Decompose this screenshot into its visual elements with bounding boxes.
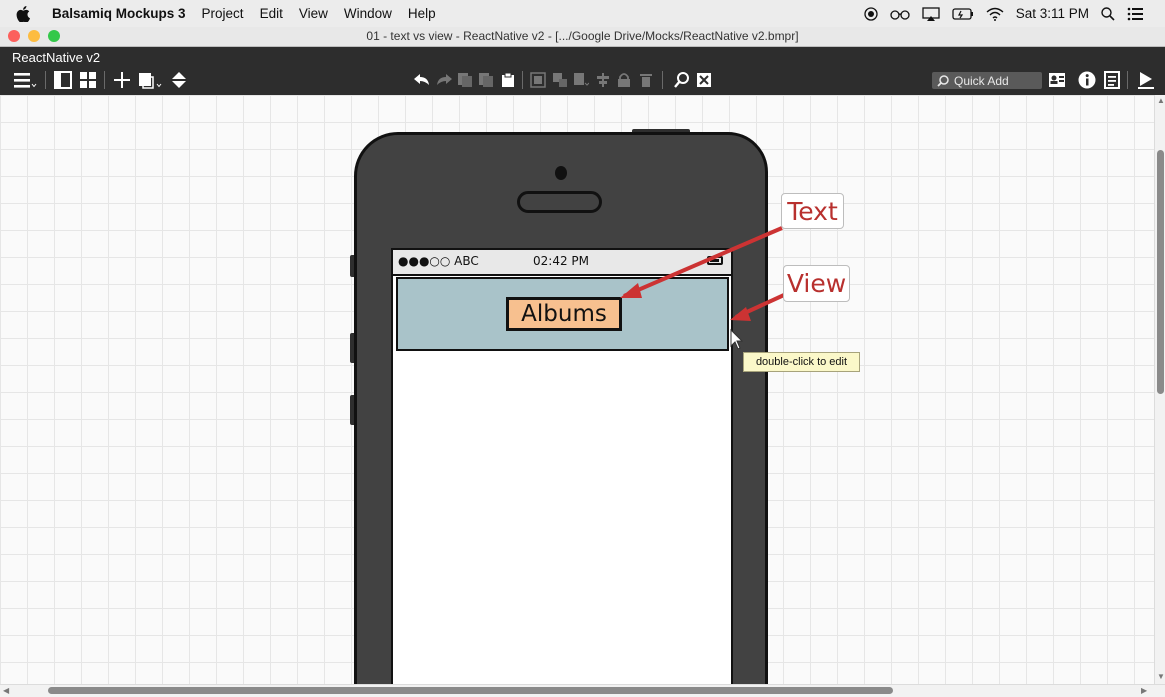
glasses-icon[interactable] bbox=[890, 7, 910, 21]
airplay-icon[interactable] bbox=[922, 6, 940, 21]
battery-icon[interactable] bbox=[952, 7, 974, 21]
delete-icon[interactable] bbox=[637, 70, 655, 90]
toolbar: Quick Add bbox=[0, 67, 1165, 95]
cut-icon[interactable] bbox=[477, 70, 495, 90]
annotation-arrows bbox=[620, 226, 785, 350]
menu-project[interactable]: Project bbox=[194, 6, 252, 21]
menu-window[interactable]: Window bbox=[336, 6, 400, 21]
move-up-down-icon[interactable] bbox=[169, 70, 189, 90]
macos-menu-bar: Balsamiq Mockups 3 Project Edit View Win… bbox=[0, 0, 1165, 28]
search-icon[interactable] bbox=[672, 70, 692, 90]
copy-icon[interactable] bbox=[456, 70, 474, 90]
search-icon bbox=[937, 74, 949, 87]
scroll-up-icon[interactable]: ▲ bbox=[1157, 96, 1165, 105]
arrowhead-view bbox=[730, 307, 751, 321]
horizontal-scrollbar[interactable]: ◀ ▶ bbox=[0, 684, 1165, 697]
quick-add-input[interactable]: Quick Add bbox=[932, 72, 1042, 89]
duplicate-icon[interactable] bbox=[138, 70, 164, 90]
clock[interactable]: Sat 3:11 PM bbox=[1016, 6, 1089, 21]
add-icon[interactable] bbox=[112, 70, 132, 90]
arrowhead-text bbox=[620, 283, 642, 298]
menu-edit[interactable]: Edit bbox=[252, 6, 291, 21]
tooltip: double-click to edit bbox=[743, 352, 860, 372]
search-icon[interactable] bbox=[1101, 6, 1115, 21]
lock-icon[interactable] bbox=[615, 70, 633, 90]
redo-icon[interactable] bbox=[434, 70, 454, 90]
mouse-cursor-icon bbox=[730, 328, 744, 350]
vertical-scroll-thumb[interactable] bbox=[1157, 150, 1164, 394]
undo-icon[interactable] bbox=[412, 70, 432, 90]
arrange-icon[interactable] bbox=[572, 70, 590, 90]
app-header: ReactNative v2 Quick Add bbox=[0, 47, 1165, 95]
panel-icon[interactable] bbox=[53, 70, 73, 90]
menu-view[interactable]: View bbox=[291, 6, 336, 21]
scroll-right-icon[interactable]: ▶ bbox=[1141, 686, 1147, 695]
apple-icon[interactable] bbox=[16, 5, 34, 22]
list-icon[interactable] bbox=[1102, 70, 1122, 90]
paste-icon[interactable] bbox=[499, 70, 517, 90]
menu-app-name[interactable]: Balsamiq Mockups 3 bbox=[48, 6, 194, 21]
window-title-bar: 01 - text vs view - ReactNative v2 - [..… bbox=[0, 27, 1165, 47]
arrow-to-text bbox=[623, 226, 783, 298]
group-icon[interactable] bbox=[529, 70, 547, 90]
close-icon[interactable] bbox=[694, 70, 714, 90]
mockup-canvas[interactable]: ●●●○○ ABC 02:42 PM Albums Text View doub… bbox=[0, 95, 1154, 684]
menu-help[interactable]: Help bbox=[400, 6, 444, 21]
scroll-down-icon[interactable]: ▼ bbox=[1157, 672, 1165, 681]
info-icon[interactable] bbox=[1077, 70, 1097, 90]
quick-add-placeholder: Quick Add bbox=[954, 73, 1009, 88]
callout-text[interactable]: Text bbox=[781, 193, 844, 229]
present-icon[interactable] bbox=[1135, 70, 1157, 90]
notification-list-icon[interactable] bbox=[1127, 7, 1143, 21]
vertical-scrollbar[interactable]: ▲ ▼ bbox=[1154, 95, 1165, 684]
align-icon[interactable] bbox=[594, 70, 612, 90]
project-name: ReactNative v2 bbox=[12, 50, 101, 65]
hamburger-menu-icon[interactable] bbox=[12, 70, 38, 90]
callout-view[interactable]: View bbox=[783, 265, 850, 302]
scroll-left-icon[interactable]: ◀ bbox=[3, 686, 9, 695]
record-icon[interactable] bbox=[864, 6, 878, 21]
window-title: 01 - text vs view - ReactNative v2 - [..… bbox=[366, 29, 799, 43]
grid-icon[interactable] bbox=[78, 70, 98, 90]
horizontal-scroll-thumb[interactable] bbox=[48, 687, 893, 694]
user-card-icon[interactable] bbox=[1047, 70, 1067, 90]
ungroup-icon[interactable] bbox=[551, 70, 569, 90]
wifi-icon[interactable] bbox=[986, 7, 1004, 21]
